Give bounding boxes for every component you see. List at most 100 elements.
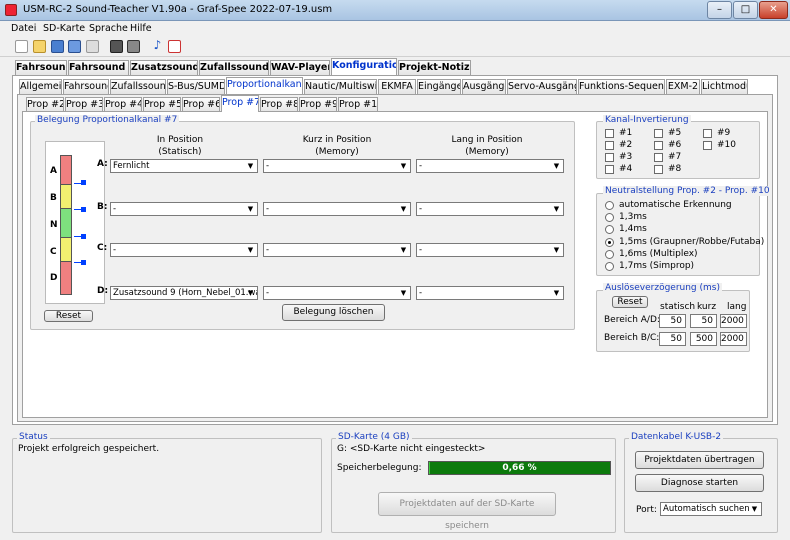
open-folder-icon[interactable] xyxy=(33,40,46,53)
row-label-b: B: xyxy=(97,202,108,212)
threshold-handle-ab[interactable] xyxy=(81,180,86,185)
pdf-icon[interactable] xyxy=(168,40,181,53)
tab-zufallssounds[interactable]: Zufallssounds xyxy=(199,60,269,75)
subtab-ausgaenge[interactable]: Ausgänge xyxy=(462,79,506,94)
combo-a-static[interactable]: Fernlicht ▼ xyxy=(110,159,258,173)
prop-tab-6[interactable]: Prop #6 xyxy=(182,97,220,112)
neutral-radio-auto[interactable] xyxy=(605,201,614,210)
delay-ad-kurz[interactable]: 50 xyxy=(690,314,717,328)
neutral-radio-1-4ms[interactable] xyxy=(605,225,614,234)
subtab-exm-2[interactable]: EXM-2 xyxy=(666,79,700,94)
combo-c-static[interactable]: - ▼ xyxy=(110,243,258,257)
minimize-button[interactable]: – xyxy=(707,1,732,19)
row-label-c: C: xyxy=(97,243,108,253)
delay-bc-kurz[interactable]: 500 xyxy=(690,332,717,346)
chevron-down-icon: ▼ xyxy=(751,505,758,513)
datenkabel-title: Datenkabel K-USB-2 xyxy=(629,432,724,442)
prop-tab-10[interactable]: Prop #10 xyxy=(338,97,378,112)
neutral-radio-1-5ms[interactable] xyxy=(605,238,614,247)
invert-check-5[interactable] xyxy=(654,129,663,138)
delay-ad-lang[interactable]: 2000 xyxy=(720,314,747,328)
combo-b-kurz[interactable]: - ▼ xyxy=(263,202,411,216)
delay-reset-button[interactable]: Reset xyxy=(612,296,648,308)
invert-check-3[interactable] xyxy=(605,153,614,162)
prop-tab-8[interactable]: Prop #8 xyxy=(260,97,298,112)
subtab-allgemein[interactable]: Allgemein xyxy=(19,79,62,94)
menu-hilfe[interactable]: Hilfe xyxy=(130,23,152,34)
tab-konfiguration[interactable]: Konfiguration xyxy=(331,58,397,75)
subtab-proportionalkanaele[interactable]: Proportionalkanäle xyxy=(226,77,303,94)
prop-tab-7[interactable]: Prop #7 xyxy=(221,95,259,112)
delay-bc-lang[interactable]: 2000 xyxy=(720,332,747,346)
print-icon[interactable] xyxy=(86,40,99,53)
save-icon[interactable] xyxy=(51,40,64,53)
subtab-eingaenge[interactable]: Eingänge xyxy=(417,79,461,94)
prop-tab-2[interactable]: Prop #2 xyxy=(26,97,64,112)
subtab-sbus-sumd[interactable]: S-Bus/SUMD xyxy=(167,79,225,94)
tab-fahrsound-2[interactable]: Fahrsound 2 xyxy=(68,60,129,75)
invert-check-6[interactable] xyxy=(654,141,663,150)
transfer-button[interactable]: Projektdaten übertragen xyxy=(635,451,764,469)
neutral-radio-1-3ms[interactable] xyxy=(605,213,614,222)
invert-check-7[interactable] xyxy=(654,153,663,162)
subtab-fahrsound[interactable]: Fahrsound xyxy=(63,79,109,94)
threshold-handle-cd[interactable] xyxy=(81,260,86,265)
zone-a xyxy=(60,155,72,185)
close-button[interactable]: ✕ xyxy=(759,1,788,19)
maximize-button[interactable]: □ xyxy=(733,1,758,19)
prop-tab-4[interactable]: Prop #4 xyxy=(104,97,142,112)
save-as-icon[interactable] xyxy=(68,40,81,53)
tab-wav-player[interactable]: WAV-Player xyxy=(270,60,330,75)
menu-sprache[interactable]: Sprache xyxy=(89,23,128,34)
sd-card-icon[interactable] xyxy=(110,40,123,53)
delay-bc-statisch[interactable]: 50 xyxy=(659,332,686,346)
combo-c-lang[interactable]: - ▼ xyxy=(416,243,564,257)
invert-check-10[interactable] xyxy=(703,141,712,150)
neutral-radio-1-6ms[interactable] xyxy=(605,250,614,259)
subtab-ekmfa[interactable]: EKMFA xyxy=(378,79,416,94)
zone-label-b: B xyxy=(50,193,57,203)
usb-icon[interactable] xyxy=(127,40,140,53)
invert-check-8[interactable] xyxy=(654,165,663,174)
menu-datei[interactable]: Datei xyxy=(11,23,36,34)
subtab-funktions-sequenzen[interactable]: Funktions-Sequenzen xyxy=(578,79,665,94)
tab-projekt-notizen[interactable]: Projekt-Notizen xyxy=(398,60,471,75)
combo-d-kurz[interactable]: - ▼ xyxy=(263,286,411,300)
invert-check-2[interactable] xyxy=(605,141,614,150)
subtab-servo-ausgaenge[interactable]: Servo-Ausgänge xyxy=(507,79,577,94)
prop-tab-9[interactable]: Prop #9 xyxy=(299,97,337,112)
prop-tab-3[interactable]: Prop #3 xyxy=(65,97,103,112)
menu-sd-karte[interactable]: SD-Karte xyxy=(43,23,85,34)
combo-c-kurz[interactable]: - ▼ xyxy=(263,243,411,257)
neutral-radio-1-7ms[interactable] xyxy=(605,262,614,271)
combo-b-lang[interactable]: - ▼ xyxy=(416,202,564,216)
invert-check-9[interactable] xyxy=(703,129,712,138)
chevron-down-icon: ▼ xyxy=(553,289,560,297)
tab-zusatzsounds[interactable]: Zusatzsounds xyxy=(130,60,198,75)
delay-ad-statisch[interactable]: 50 xyxy=(659,314,686,328)
subtab-zufallssound[interactable]: Zufallssound xyxy=(110,79,166,94)
threshold-handle-nc[interactable] xyxy=(81,234,86,239)
diagnose-button[interactable]: Diagnose starten xyxy=(635,474,764,492)
sd-save-button[interactable]: Projektdaten auf der SD-Karte speichern xyxy=(378,492,556,531)
col-kurz: Kurz in Position xyxy=(302,135,372,145)
subtab-lichtmodul[interactable]: Lichtmodul xyxy=(701,79,748,94)
threshold-handle-bn[interactable] xyxy=(81,207,86,212)
new-file-icon[interactable] xyxy=(15,40,28,53)
kanal-invertierung-title: Kanal-Invertierung xyxy=(603,115,691,125)
combo-d-static[interactable]: Zusatzsound 9 (Horn_Nebel_01.way ▼ xyxy=(110,286,258,300)
subtab-nautic-multiswitch[interactable]: Nautic/Multiswitch xyxy=(304,79,377,94)
delay-row-ad-label: Bereich A/D: xyxy=(604,315,660,325)
tab-fahrsound[interactable]: Fahrsound xyxy=(15,60,67,75)
combo-b-static[interactable]: - ▼ xyxy=(110,202,258,216)
invert-check-1[interactable] xyxy=(605,129,614,138)
port-select[interactable]: Automatisch suchen ▼ xyxy=(660,502,762,516)
prop-tab-5[interactable]: Prop #5 xyxy=(143,97,181,112)
invert-check-4[interactable] xyxy=(605,165,614,174)
combo-a-kurz[interactable]: - ▼ xyxy=(263,159,411,173)
belegung-reset-button[interactable]: Reset xyxy=(44,310,93,322)
combo-d-lang[interactable]: - ▼ xyxy=(416,286,564,300)
belegung-loeschen-button[interactable]: Belegung löschen xyxy=(282,304,385,321)
music-note-icon[interactable]: ♪ xyxy=(151,39,164,53)
combo-a-lang[interactable]: - ▼ xyxy=(416,159,564,173)
